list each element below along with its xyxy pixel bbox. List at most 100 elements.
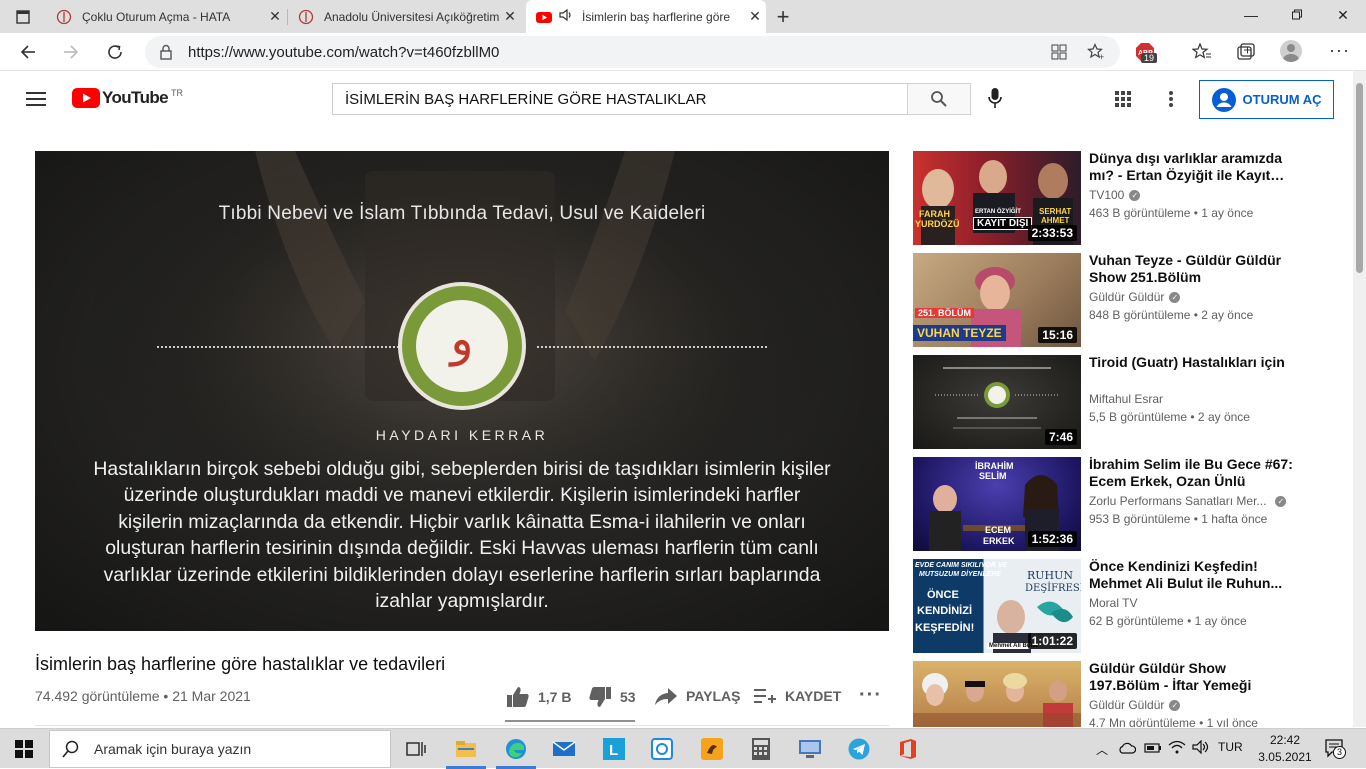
- taskbar-search-box[interactable]: Aramak için buraya yazın: [49, 730, 391, 768]
- recommendation-title[interactable]: Dünya dışı varlıklar aramızda mı? - Erta…: [1089, 150, 1294, 183]
- share-button[interactable]: PAYLAŞ: [654, 686, 740, 706]
- tab-coklu-oturum[interactable]: Çoklu Oturum Açma - HATA ✕: [46, 0, 286, 33]
- telegram-icon[interactable]: [845, 735, 873, 763]
- minimize-icon[interactable]: —: [1228, 0, 1274, 30]
- tab-title: Anadolu Üniversitesi Açıköğretim: [324, 9, 499, 24]
- dislike-count: 53: [620, 689, 636, 705]
- browser-menu-icon[interactable]: ···: [1329, 40, 1350, 61]
- channel-name-row[interactable]: Miftahul Esrar: [1089, 392, 1163, 406]
- refresh-icon[interactable]: [100, 37, 130, 67]
- taskbar-clock[interactable]: 22:42 3.05.2021: [1255, 732, 1315, 766]
- recommendation-meta: 953 B görüntüleme • 1 hafta önce: [1089, 512, 1268, 526]
- wifi-icon[interactable]: [1168, 740, 1186, 759]
- like-button[interactable]: 1,7 B: [506, 686, 571, 708]
- recommendation-title[interactable]: Tiroid (Guatr) Hastalıkları için: [1089, 354, 1294, 371]
- tray-expand-icon[interactable]: ︿: [1096, 741, 1108, 758]
- task-view-icon[interactable]: [402, 735, 430, 763]
- lock-icon[interactable]: [159, 44, 173, 65]
- settings-more-icon[interactable]: [1168, 90, 1174, 113]
- add-favorite-icon[interactable]: +: [1087, 43, 1105, 66]
- profile-avatar[interactable]: [1280, 40, 1302, 62]
- thumb-text: SERHAT: [1039, 207, 1072, 216]
- video-player[interactable]: Tıbbi Nebevi ve İslam Tıbbında Tedavi, U…: [35, 151, 889, 631]
- speaker-icon[interactable]: [558, 7, 574, 26]
- tab-actions-icon[interactable]: [8, 2, 38, 32]
- logo-letter: و: [450, 311, 474, 367]
- tab-isimlerin-active[interactable]: İsimlerin baş harflerine göre ✕: [526, 0, 766, 33]
- youtube-icon: [536, 9, 552, 25]
- collections-icon[interactable]: [1236, 43, 1256, 66]
- forward-arrow-icon[interactable]: [56, 37, 86, 67]
- channel-name: Miftahul Esrar: [1089, 392, 1164, 406]
- new-tab-plus-icon[interactable]: +: [768, 2, 798, 32]
- video-thumbnail[interactable]: 7:46: [913, 355, 1081, 449]
- battery-icon[interactable]: [1144, 741, 1162, 759]
- app-orange-icon[interactable]: [698, 735, 726, 763]
- volume-icon[interactable]: [1192, 739, 1210, 759]
- app-available-icon[interactable]: [1051, 44, 1067, 65]
- channel-name-row[interactable]: Moral TV: [1089, 596, 1137, 610]
- page-scrollbar[interactable]: [1353, 71, 1366, 727]
- thumb-text: RUHUN: [1027, 569, 1074, 582]
- account-icon: [1211, 87, 1236, 112]
- input-language[interactable]: TUR: [1218, 740, 1243, 754]
- file-explorer-icon[interactable]: [446, 735, 486, 769]
- video-title: İsimlerin baş harflerine göre hastalıkla…: [35, 654, 446, 674]
- microphone-icon[interactable]: [987, 87, 1003, 116]
- channel-name-row[interactable]: Zorlu Performans Sanatları Mer... ✓: [1089, 494, 1287, 508]
- remote-desktop-icon[interactable]: [796, 735, 824, 763]
- notifications-icon[interactable]: 3: [1324, 737, 1346, 764]
- mail-icon[interactable]: [550, 735, 578, 763]
- adblock-extension-icon[interactable]: ABP 19: [1135, 42, 1159, 71]
- edge-browser-icon[interactable]: [496, 735, 536, 769]
- tab-close-icon[interactable]: ✕: [499, 8, 521, 25]
- more-actions-icon[interactable]: ···: [859, 684, 882, 707]
- tab-anadolu[interactable]: Anadolu Üniversitesi Açıköğretim ✕: [288, 0, 526, 33]
- channel-name-row[interactable]: TV100 ✓: [1089, 188, 1141, 202]
- dotted-line-left: [157, 346, 419, 348]
- tab-close-icon[interactable]: ✕: [744, 8, 766, 25]
- favorites-icon[interactable]: [1191, 42, 1212, 66]
- signin-button[interactable]: OTURUM AÇ: [1199, 80, 1334, 119]
- store-icon[interactable]: [648, 735, 676, 763]
- recommendation-item[interactable]: 251. BÖLÜM VUHAN TEYZE 15:16 Vuhan Teyze…: [913, 252, 1333, 347]
- recommendation-item[interactable]: 7:46 Tiroid (Guatr) Hastalıkları için Mi…: [913, 354, 1333, 449]
- verified-check-icon: ✓: [1129, 189, 1141, 201]
- tab-close-icon[interactable]: ✕: [264, 8, 286, 25]
- scrollbar-thumb[interactable]: [1356, 83, 1363, 273]
- recommendation-title[interactable]: Vuhan Teyze - Güldür Güldür Show 251.Böl…: [1089, 252, 1294, 285]
- anadolu-logo-icon: [298, 9, 314, 25]
- recommendation-item[interactable]: İBRAHİM SELİM ECEM ERKEK 1:52:36 İbrahim…: [913, 456, 1333, 551]
- hamburger-menu-icon[interactable]: [26, 91, 46, 112]
- dislike-button[interactable]: 53: [588, 686, 636, 708]
- recommendation-item[interactable]: Güldür Güldür Show 197.Bölüm - İftar Yem…: [913, 661, 1333, 727]
- video-thumbnail[interactable]: İBRAHİM SELİM ECEM ERKEK 1:52:36: [913, 457, 1081, 551]
- video-thumbnail[interactable]: 251. BÖLÜM VUHAN TEYZE 15:16: [913, 253, 1081, 347]
- apps-grid-icon[interactable]: [1115, 91, 1131, 112]
- calculator-icon[interactable]: [747, 735, 775, 763]
- recommendation-item[interactable]: EVDE CANIM SIKILIYOR VE MUTSUZUM DİYENLE…: [913, 558, 1333, 653]
- recommendation-title[interactable]: Önce Kendinizi Keşfedin! Mehmet Ali Bulu…: [1089, 558, 1294, 591]
- office-icon[interactable]: [894, 735, 922, 763]
- video-thumbnail[interactable]: EVDE CANIM SIKILIYOR VE MUTSUZUM DİYENLE…: [913, 559, 1081, 653]
- channel-name-row[interactable]: Güldür Güldür ✓: [1089, 698, 1181, 712]
- recommendation-title[interactable]: Güldür Güldür Show 197.Bölüm - İftar Yem…: [1089, 661, 1294, 693]
- windows-start-icon[interactable]: [10, 735, 38, 763]
- video-thumbnail[interactable]: FARAH YURDÖZÜ ERTAN ÖZYİĞİT KAYIT DIŞI S…: [913, 151, 1081, 245]
- share-label: PAYLAŞ: [686, 688, 741, 704]
- onedrive-cloud-icon[interactable]: [1118, 741, 1137, 759]
- back-arrow-icon[interactable]: [13, 37, 43, 67]
- recommendation-item[interactable]: FARAH YURDÖZÜ ERTAN ÖZYİĞİT KAYIT DIŞI S…: [913, 150, 1333, 245]
- recommendation-title[interactable]: İbrahim Selim ile Bu Gece #67: Ecem Erke…: [1089, 456, 1294, 489]
- thumb-text: SELİM: [979, 471, 1007, 481]
- youtube-logo[interactable]: YouTube TR: [72, 88, 183, 108]
- channel-name-row[interactable]: Güldür Güldür ✓: [1089, 290, 1181, 304]
- search-button[interactable]: [907, 83, 971, 115]
- app-l-icon[interactable]: L: [600, 735, 628, 763]
- video-thumbnail[interactable]: [913, 661, 1081, 727]
- save-button[interactable]: KAYDET: [753, 686, 841, 706]
- address-bar[interactable]: https://www.youtube.com/watch?v=t460fzbl…: [145, 36, 1120, 68]
- close-window-icon[interactable]: ✕: [1320, 0, 1366, 30]
- search-input[interactable]: [332, 83, 908, 115]
- restore-icon[interactable]: [1274, 0, 1320, 30]
